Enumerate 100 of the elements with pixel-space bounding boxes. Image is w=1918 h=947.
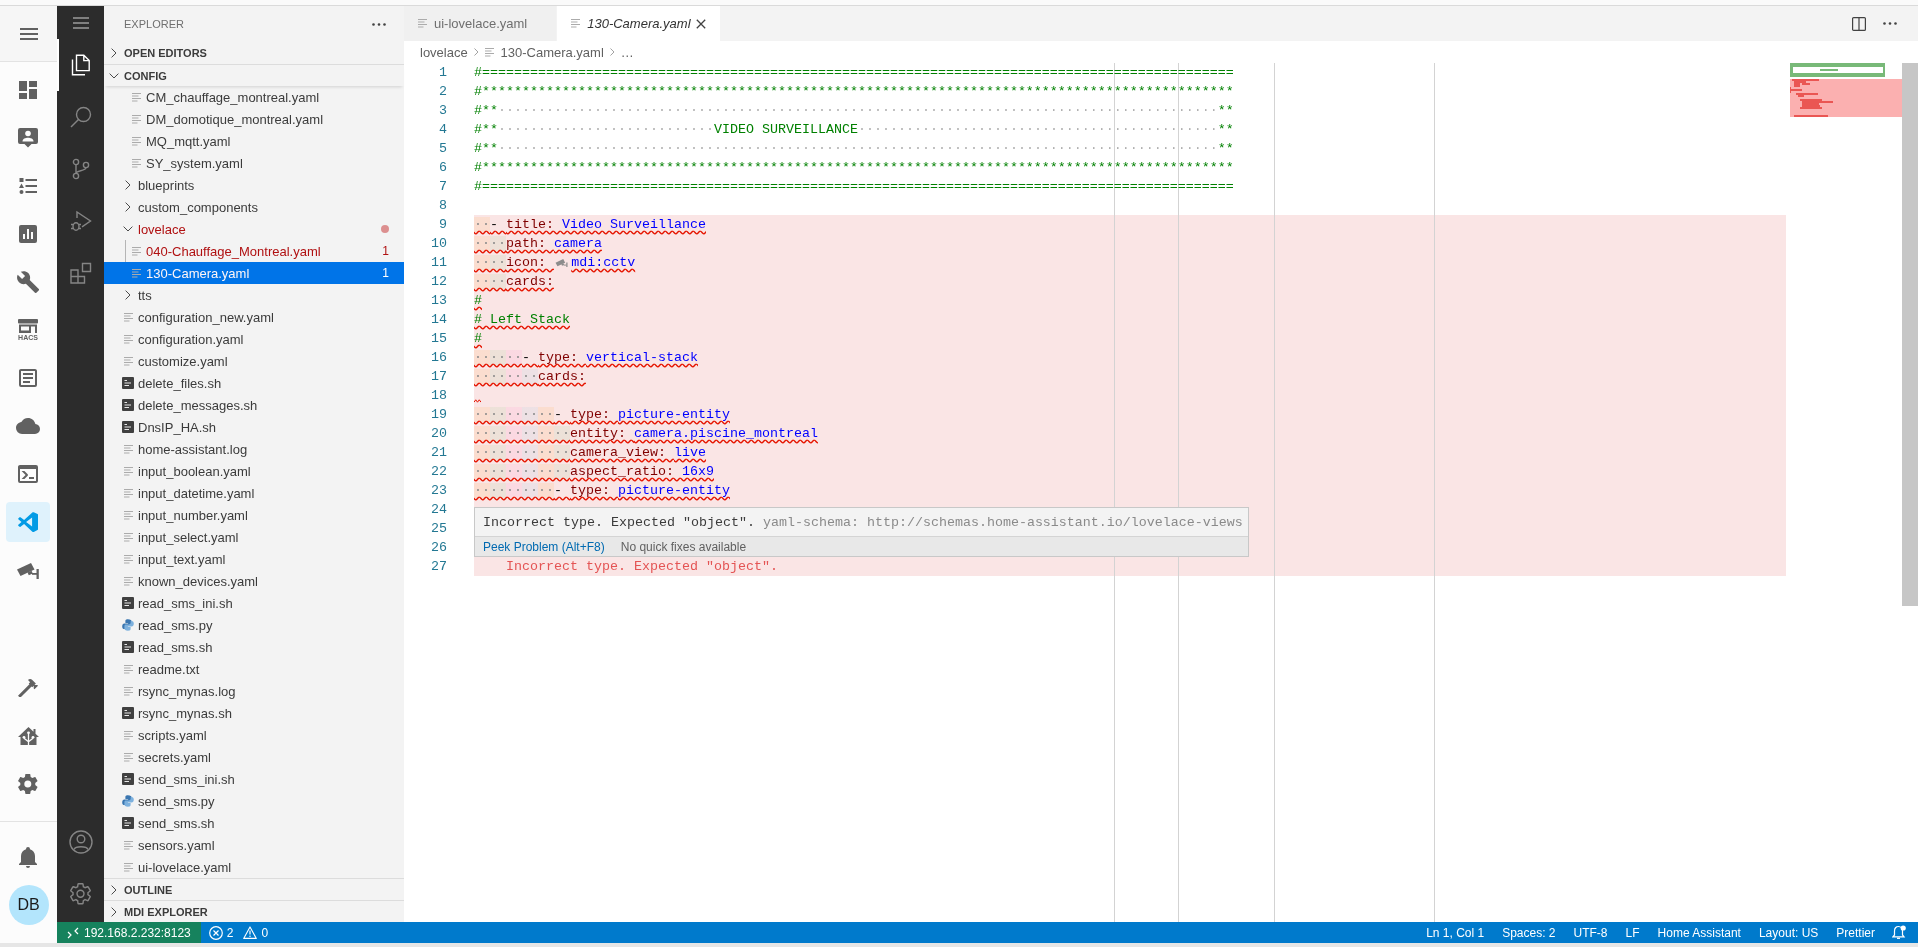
chevron-right-icon (609, 48, 615, 56)
tree-item[interactable]: delete_files.sh (104, 372, 404, 394)
tree-item[interactable]: 040-Chauffage_Montreal.yaml 1 (104, 240, 404, 262)
tree-item[interactable]: secrets.yaml (104, 746, 404, 768)
line-number: 25 (430, 520, 447, 538)
tree-item[interactable]: input_number.yaml (104, 504, 404, 526)
tree-item[interactable]: DnsIP_HA.sh (104, 416, 404, 438)
section-header[interactable]: OPEN EDITORS (104, 42, 404, 64)
breadcrumb-item[interactable]: … (620, 44, 634, 60)
more-icon[interactable] (372, 22, 386, 26)
status-bar-item[interactable]: LF (1616, 925, 1649, 940)
squiggle-icon (474, 399, 481, 403)
status-bar-item[interactable]: UTF-8 (1564, 925, 1617, 940)
terminal-file-icon (122, 399, 134, 411)
line-number: 21 (430, 444, 447, 462)
text-file-icon (131, 158, 141, 168)
status-bar-item[interactable]: Prettier (1827, 925, 1884, 940)
status-bar-item[interactable]: Ln 1, Col 1 (1417, 925, 1494, 940)
person-circle-icon (68, 830, 93, 854)
remote-indicator[interactable]: 192.168.2.232:8123 (57, 922, 201, 943)
tree-item[interactable]: 130-Camera.yaml 1 (104, 262, 404, 284)
close-icon[interactable] (695, 18, 706, 29)
tree-item[interactable]: input_datetime.yaml (104, 482, 404, 504)
settings-icon (18, 774, 38, 794)
tree-item[interactable]: custom_components (104, 196, 404, 218)
tree-item[interactable]: MQ_mqtt.yaml (104, 130, 404, 152)
code-text: #============================================================================================== (474, 178, 1234, 196)
text-file-icon (123, 510, 133, 520)
tree-item[interactable]: ui-lovelace.yaml (104, 856, 404, 878)
avatar[interactable]: DB (8, 885, 49, 925)
text-file-icon (123, 312, 133, 322)
terminal-file-icon (122, 597, 134, 609)
tree-item[interactable]: blueprints (104, 174, 404, 196)
wrench-icon (16, 270, 40, 294)
tree-item[interactable]: rsync_mynas.log (104, 680, 404, 702)
code-text: mdi:cctv (571, 254, 636, 272)
status-bar-item[interactable]: Layout: US (1749, 925, 1828, 940)
code-logo-icon (17, 511, 39, 533)
text-file-icon (131, 246, 141, 256)
tree-item[interactable]: input_boolean.yaml (104, 460, 404, 482)
split-view-icon[interactable] (1852, 16, 1866, 31)
line-number: 5 (438, 140, 447, 158)
tree-item[interactable]: send_sms.sh (104, 812, 404, 834)
status-bar-item[interactable]: Home Assistant (1648, 925, 1750, 940)
error-icon (208, 925, 223, 940)
py-file-icon (122, 619, 134, 631)
tree-item[interactable]: read_sms.py (104, 614, 404, 636)
code-text: ··- title: Video Surveillance (474, 216, 706, 234)
tree-item[interactable]: configuration_new.yaml (104, 306, 404, 328)
tree-item[interactable]: CM_chauffage_montreal.yaml (104, 86, 404, 108)
peek-problem-link[interactable]: Peek Problem (Alt+F8) (483, 539, 605, 554)
tree-item[interactable]: input_text.yaml (104, 548, 404, 570)
tree-item[interactable]: DM_domotique_montreal.yaml (104, 108, 404, 130)
tree-item[interactable]: delete_messages.sh (104, 394, 404, 416)
tree-item[interactable]: SY_system.yaml (104, 152, 404, 174)
tree-item[interactable]: read_sms.sh (104, 636, 404, 658)
tree-item[interactable]: known_devices.yaml (104, 570, 404, 592)
minimap-drawing[interactable] (1790, 63, 1902, 117)
tree-item[interactable]: tts (104, 284, 404, 306)
text-file-icon (131, 136, 141, 146)
line-number: 7 (438, 178, 447, 196)
tree-item[interactable]: sensors.yaml (104, 834, 404, 856)
more-icon[interactable] (1883, 22, 1897, 25)
text-file-icon (123, 444, 133, 454)
warning-icon (243, 926, 258, 939)
line-number: 12 (430, 273, 447, 291)
tree-item[interactable]: configuration.yaml (104, 328, 404, 350)
tree-item[interactable]: scripts.yaml (104, 724, 404, 746)
sidebar-item[interactable] (6, 502, 50, 542)
text-file-icon (123, 532, 133, 542)
text-file-icon (123, 488, 133, 498)
breadcrumb-item[interactable]: lovelace (420, 44, 468, 60)
tree-item[interactable]: input_select.yaml (104, 526, 404, 548)
text-file-icon (123, 752, 133, 762)
line-number: 14 (430, 311, 447, 329)
branch-icon (71, 158, 90, 180)
tree-item[interactable]: send_sms_ini.sh (104, 768, 404, 790)
section-header[interactable]: OUTLINE (104, 878, 404, 900)
tree-item[interactable]: lovelace (104, 218, 404, 240)
code-text: #**··························································································** (474, 102, 1234, 120)
terminal-file-icon (122, 641, 134, 653)
chevron-down-icon (109, 72, 119, 79)
text-file-icon (123, 664, 133, 674)
problem-count: 1 (382, 244, 389, 258)
scrollbar-thumb[interactable] (1902, 63, 1918, 606)
editor-tab[interactable]: 130-Camera.yaml (557, 6, 721, 41)
line-number: 10 (430, 235, 447, 253)
line-number: 9 (438, 216, 447, 234)
status-bar-item[interactable]: Spaces: 2 (1493, 925, 1565, 940)
tree-item[interactable]: send_sms.py (104, 790, 404, 812)
breadcrumb-item[interactable]: 130-Camera.yaml (484, 44, 604, 60)
text-file-icon (418, 19, 427, 28)
tree-item[interactable]: readme.txt (104, 658, 404, 680)
tree-item[interactable]: read_sms_ini.sh (104, 592, 404, 614)
tree-item[interactable]: home-assistant.log (104, 438, 404, 460)
code-text: #**···························VIDEO SURVEILLANCE·············································** (474, 121, 1234, 139)
tree-item[interactable]: customize.yaml (104, 350, 404, 372)
section-header[interactable]: CONFIG (104, 64, 404, 86)
problems-indicator[interactable]: 2 0 (200, 922, 277, 943)
tree-item[interactable]: rsync_mynas.sh (104, 702, 404, 724)
